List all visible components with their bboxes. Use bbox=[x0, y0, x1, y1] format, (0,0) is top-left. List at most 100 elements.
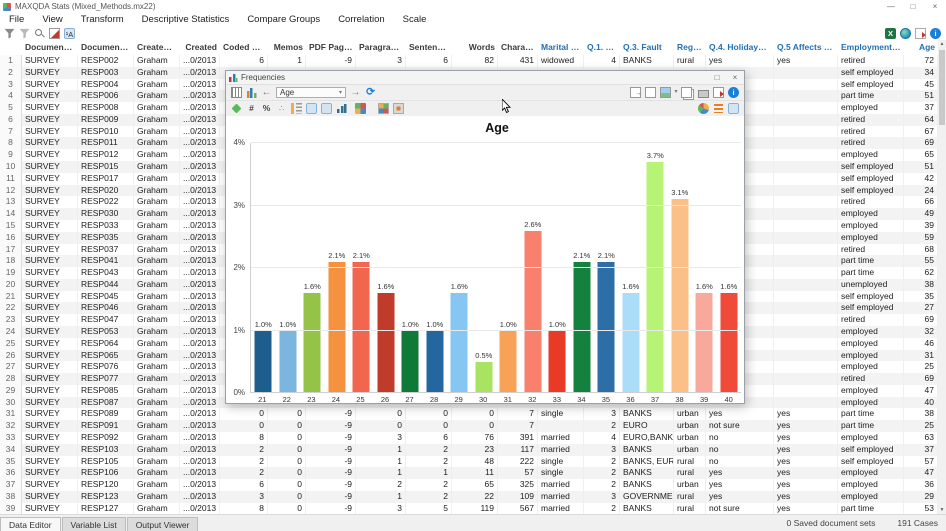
cell-characters[interactable]: 57 bbox=[498, 467, 538, 479]
cell-characters[interactable]: 109 bbox=[498, 491, 538, 503]
cell-q5[interactable] bbox=[774, 220, 838, 232]
cell-employment[interactable]: self employed bbox=[838, 185, 904, 197]
table-row[interactable]: 36SURVEYRESP106Graham...0/2013 10:3720-9… bbox=[0, 467, 938, 479]
insert-column-icon[interactable] bbox=[49, 28, 60, 39]
column-header-fault[interactable]: Q.3. Fault bbox=[620, 40, 674, 55]
cell-q5[interactable] bbox=[774, 173, 838, 185]
bar-age-27[interactable] bbox=[402, 331, 419, 394]
close-button[interactable]: × bbox=[924, 0, 946, 13]
cell-q5[interactable] bbox=[774, 279, 838, 291]
dialog-title-bar[interactable]: Frequencies □ × bbox=[226, 71, 744, 85]
cell-employment[interactable]: part time bbox=[838, 267, 904, 279]
cell-q1[interactable]: 2 bbox=[584, 420, 620, 432]
cell-doc_group[interactable]: SURVEY bbox=[22, 55, 78, 67]
cell-q5[interactable]: yes bbox=[774, 444, 838, 456]
cell-paragraphs[interactable]: 1 bbox=[356, 444, 406, 456]
cell-created[interactable]: ...0/2013 10:37 bbox=[180, 338, 220, 350]
cell-created[interactable]: ...0/2013 10:37 bbox=[180, 326, 220, 338]
cell-doc_group[interactable]: SURVEY bbox=[22, 479, 78, 491]
cell-age[interactable]: 51 bbox=[904, 90, 938, 102]
cell-paragraphs[interactable]: 1 bbox=[356, 456, 406, 468]
cell-num[interactable]: 31 bbox=[0, 408, 22, 420]
cell-num[interactable]: 2 bbox=[0, 67, 22, 79]
table-row[interactable]: 38SURVEYRESP123Graham...0/2013 10:3730-9… bbox=[0, 491, 938, 503]
cell-characters[interactable]: 117 bbox=[498, 444, 538, 456]
cell-num[interactable]: 22 bbox=[0, 302, 22, 314]
cell-q1[interactable]: 2 bbox=[584, 467, 620, 479]
cell-doc_name[interactable]: RESP120 bbox=[78, 479, 134, 491]
cell-sentences[interactable]: 2 bbox=[406, 444, 452, 456]
cell-coded_segments[interactable]: 8 bbox=[220, 503, 268, 515]
cell-doc_group[interactable]: SURVEY bbox=[22, 220, 78, 232]
cell-doc_name[interactable]: RESP127 bbox=[78, 503, 134, 515]
cell-employment[interactable]: employed bbox=[838, 491, 904, 503]
cell-created_by[interactable]: Graham bbox=[134, 397, 180, 409]
cell-q4[interactable]: yes bbox=[706, 467, 774, 479]
cell-num[interactable]: 35 bbox=[0, 456, 22, 468]
dialog-close-button[interactable]: × bbox=[726, 71, 744, 84]
bar-age-26[interactable] bbox=[377, 293, 394, 393]
cell-created[interactable]: ...0/2013 10:37 bbox=[180, 114, 220, 126]
cell-doc_name[interactable]: RESP053 bbox=[78, 326, 134, 338]
cell-doc_name[interactable]: RESP017 bbox=[78, 173, 134, 185]
cell-q1[interactable]: 4 bbox=[584, 55, 620, 67]
cell-num[interactable]: 10 bbox=[0, 161, 22, 173]
cell-num[interactable]: 21 bbox=[0, 291, 22, 303]
cell-q5[interactable] bbox=[774, 267, 838, 279]
cell-doc_group[interactable]: SURVEY bbox=[22, 79, 78, 91]
bar-age-24[interactable] bbox=[328, 262, 345, 393]
cell-region[interactable]: urban bbox=[674, 408, 706, 420]
cell-num[interactable]: 17 bbox=[0, 244, 22, 256]
cell-doc_group[interactable]: SURVEY bbox=[22, 397, 78, 409]
cell-sentences[interactable]: 5 bbox=[406, 503, 452, 515]
cell-age[interactable]: 62 bbox=[904, 267, 938, 279]
cell-q5[interactable] bbox=[774, 196, 838, 208]
column-header-pdf_pages[interactable]: PDF Pages bbox=[306, 40, 356, 55]
cell-num[interactable]: 20 bbox=[0, 279, 22, 291]
cell-doc_group[interactable]: SURVEY bbox=[22, 126, 78, 138]
cell-pdf_pages[interactable]: -9 bbox=[306, 420, 356, 432]
cell-created[interactable]: ...0/2013 10:37 bbox=[180, 244, 220, 256]
cell-employment[interactable]: employed bbox=[838, 208, 904, 220]
cell-doc_name[interactable]: RESP076 bbox=[78, 361, 134, 373]
cell-employment[interactable]: self employed bbox=[838, 161, 904, 173]
cell-doc_name[interactable]: RESP022 bbox=[78, 196, 134, 208]
cell-doc_name[interactable]: RESP105 bbox=[78, 456, 134, 468]
cell-q4[interactable]: yes bbox=[706, 408, 774, 420]
cell-memos[interactable]: 0 bbox=[268, 467, 306, 479]
cell-paragraphs[interactable]: 3 bbox=[356, 432, 406, 444]
cell-q4[interactable]: no bbox=[706, 456, 774, 468]
cell-doc_group[interactable]: SURVEY bbox=[22, 185, 78, 197]
cell-num[interactable]: 33 bbox=[0, 432, 22, 444]
cell-age[interactable]: 66 bbox=[904, 196, 938, 208]
cell-doc_name[interactable]: RESP020 bbox=[78, 185, 134, 197]
vbar-chart-icon[interactable] bbox=[728, 103, 739, 114]
tag-icon[interactable] bbox=[232, 104, 242, 114]
cell-words[interactable]: 23 bbox=[452, 444, 498, 456]
image-icon[interactable] bbox=[660, 87, 671, 98]
cell-created[interactable]: ...0/2013 10:37 bbox=[180, 408, 220, 420]
cell-age[interactable]: 32 bbox=[904, 326, 938, 338]
cell-q1[interactable]: 3 bbox=[584, 408, 620, 420]
cell-age[interactable]: 27 bbox=[904, 302, 938, 314]
bar-age-25[interactable] bbox=[353, 262, 370, 393]
cell-q5[interactable] bbox=[774, 126, 838, 138]
minimize-button[interactable]: — bbox=[880, 0, 902, 13]
cell-num[interactable]: 1 bbox=[0, 55, 22, 67]
cell-created_by[interactable]: Graham bbox=[134, 114, 180, 126]
cell-doc_name[interactable]: RESP106 bbox=[78, 467, 134, 479]
cell-employment[interactable]: retired bbox=[838, 314, 904, 326]
cell-num[interactable]: 11 bbox=[0, 173, 22, 185]
column-header-sentences[interactable]: Sentences bbox=[406, 40, 452, 55]
cell-q5[interactable]: yes bbox=[774, 491, 838, 503]
cell-employment[interactable]: retired bbox=[838, 137, 904, 149]
cell-fault[interactable]: BANKS bbox=[620, 467, 674, 479]
cell-age[interactable]: 69 bbox=[904, 373, 938, 385]
pareto-icon[interactable] bbox=[321, 103, 332, 114]
cell-doc_group[interactable]: SURVEY bbox=[22, 244, 78, 256]
cell-q5[interactable] bbox=[774, 102, 838, 114]
cell-characters[interactable]: 7 bbox=[498, 420, 538, 432]
cell-created[interactable]: ...0/2013 10:37 bbox=[180, 432, 220, 444]
column-header-doc_name[interactable]: Document name bbox=[78, 40, 134, 55]
cell-created[interactable]: ...0/2013 10:37 bbox=[180, 373, 220, 385]
